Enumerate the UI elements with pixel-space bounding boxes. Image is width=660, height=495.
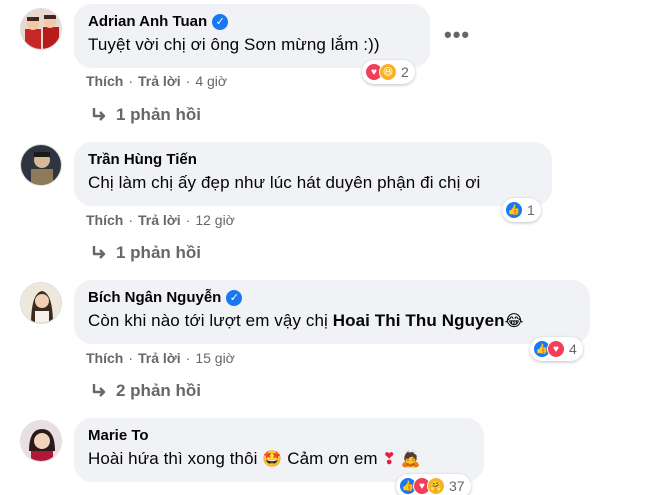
comment-text: Tuyệt vời chị ơi ông Sơn mừng lắm :)) <box>88 35 380 54</box>
comment-actions: Thích · Trả lời · 12 giờ <box>86 212 235 228</box>
avatar[interactable] <box>20 282 62 324</box>
person-bowing-emoji-icon: 🙇 <box>400 451 421 468</box>
reply-arrow-icon <box>92 384 106 397</box>
view-replies-button[interactable]: 1 phản hồi <box>90 243 201 263</box>
replies-count: 1 phản hồi <box>116 243 201 262</box>
comment-actions: Thích · Trả lời · 4 giờ <box>86 73 228 89</box>
care-icon: 🤗 <box>427 477 445 495</box>
comment-bubble: Adrian Anh Tuan ✓ Tuyệt vời chị ơi ông S… <box>74 4 430 68</box>
author-name[interactable]: Bích Ngân Nguyễn <box>88 289 221 306</box>
laughing-emoji-icon: 😂 <box>504 313 524 330</box>
avatar[interactable] <box>20 144 62 186</box>
love-icon: ♥ <box>547 340 565 358</box>
verified-badge-icon: ✓ <box>226 289 243 306</box>
avatar[interactable] <box>20 420 62 462</box>
like-button[interactable]: Thích <box>86 73 123 89</box>
reply-button[interactable]: Trả lời <box>138 350 181 366</box>
comment-text: Còn khi nào tới lượt em vậy chị Hoai Thi… <box>88 311 576 331</box>
comment-text-part: Cảm ơn em <box>282 449 383 468</box>
comment-text-part: Còn khi nào tới lượt em vậy chị <box>88 311 333 330</box>
reaction-summary[interactable]: 👍 1 <box>502 198 541 222</box>
reply-button[interactable]: Trả lời <box>138 212 181 228</box>
verified-badge-icon: ✓ <box>212 13 229 30</box>
reaction-summary[interactable]: 👍 ♥ 🤗 37 <box>396 474 471 495</box>
view-replies-button[interactable]: 1 phản hồi <box>90 105 201 125</box>
like-button[interactable]: Thích <box>86 350 123 366</box>
author-name[interactable]: Trần Hùng Tiến <box>88 151 197 168</box>
reply-arrow-icon <box>92 108 106 121</box>
comment-text: Hoài hứa thì xong thôi 🤩 Cảm ơn em ❣ 🙇 <box>88 449 470 469</box>
comment-bubble: Trần Hùng Tiến Chị làm chị ấy đẹp như lú… <box>74 142 552 206</box>
more-options-button[interactable]: ••• <box>444 22 470 48</box>
star-struck-emoji-icon: 🤩 <box>262 451 283 468</box>
like-button[interactable]: Thích <box>86 212 123 228</box>
timestamp[interactable]: 4 giờ <box>195 73 227 89</box>
author-name[interactable]: Adrian Anh Tuan <box>88 13 207 30</box>
author-name[interactable]: Marie To <box>88 427 149 444</box>
reply-button[interactable]: Trả lời <box>138 73 181 89</box>
reaction-summary[interactable]: ♥ 😆 2 <box>362 60 415 84</box>
comment-text-part: Hoài hứa thì xong thôi <box>88 449 263 468</box>
like-icon: 👍 <box>505 201 523 219</box>
timestamp[interactable]: 15 giờ <box>195 350 235 366</box>
reaction-count: 4 <box>569 341 577 357</box>
reaction-count: 2 <box>401 64 409 80</box>
comment-bubble: Marie To Hoài hứa thì xong thôi 🤩 Cảm ơn… <box>74 418 484 482</box>
comment-bubble: Bích Ngân Nguyễn ✓ Còn khi nào tới lượt … <box>74 280 590 344</box>
heart-exclamation-emoji-icon: ❣ <box>382 451 396 468</box>
comment-actions: Thích · Trả lời · 15 giờ <box>86 350 235 366</box>
reaction-summary[interactable]: 👍 ♥ 4 <box>530 337 583 361</box>
replies-count: 1 phản hồi <box>116 105 201 124</box>
view-replies-button[interactable]: 2 phản hồi <box>90 381 201 401</box>
replies-count: 2 phản hồi <box>116 381 201 400</box>
haha-icon: 😆 <box>379 63 397 81</box>
timestamp[interactable]: 12 giờ <box>195 212 235 228</box>
reaction-count: 1 <box>527 202 535 218</box>
mention-link[interactable]: Hoai Thi Thu Nguyen <box>333 311 505 330</box>
reaction-count: 37 <box>449 478 465 494</box>
avatar[interactable] <box>20 8 62 50</box>
comment-text: Chị làm chị ấy đẹp như lúc hát duyên phậ… <box>88 173 481 192</box>
reply-arrow-icon <box>92 246 106 259</box>
